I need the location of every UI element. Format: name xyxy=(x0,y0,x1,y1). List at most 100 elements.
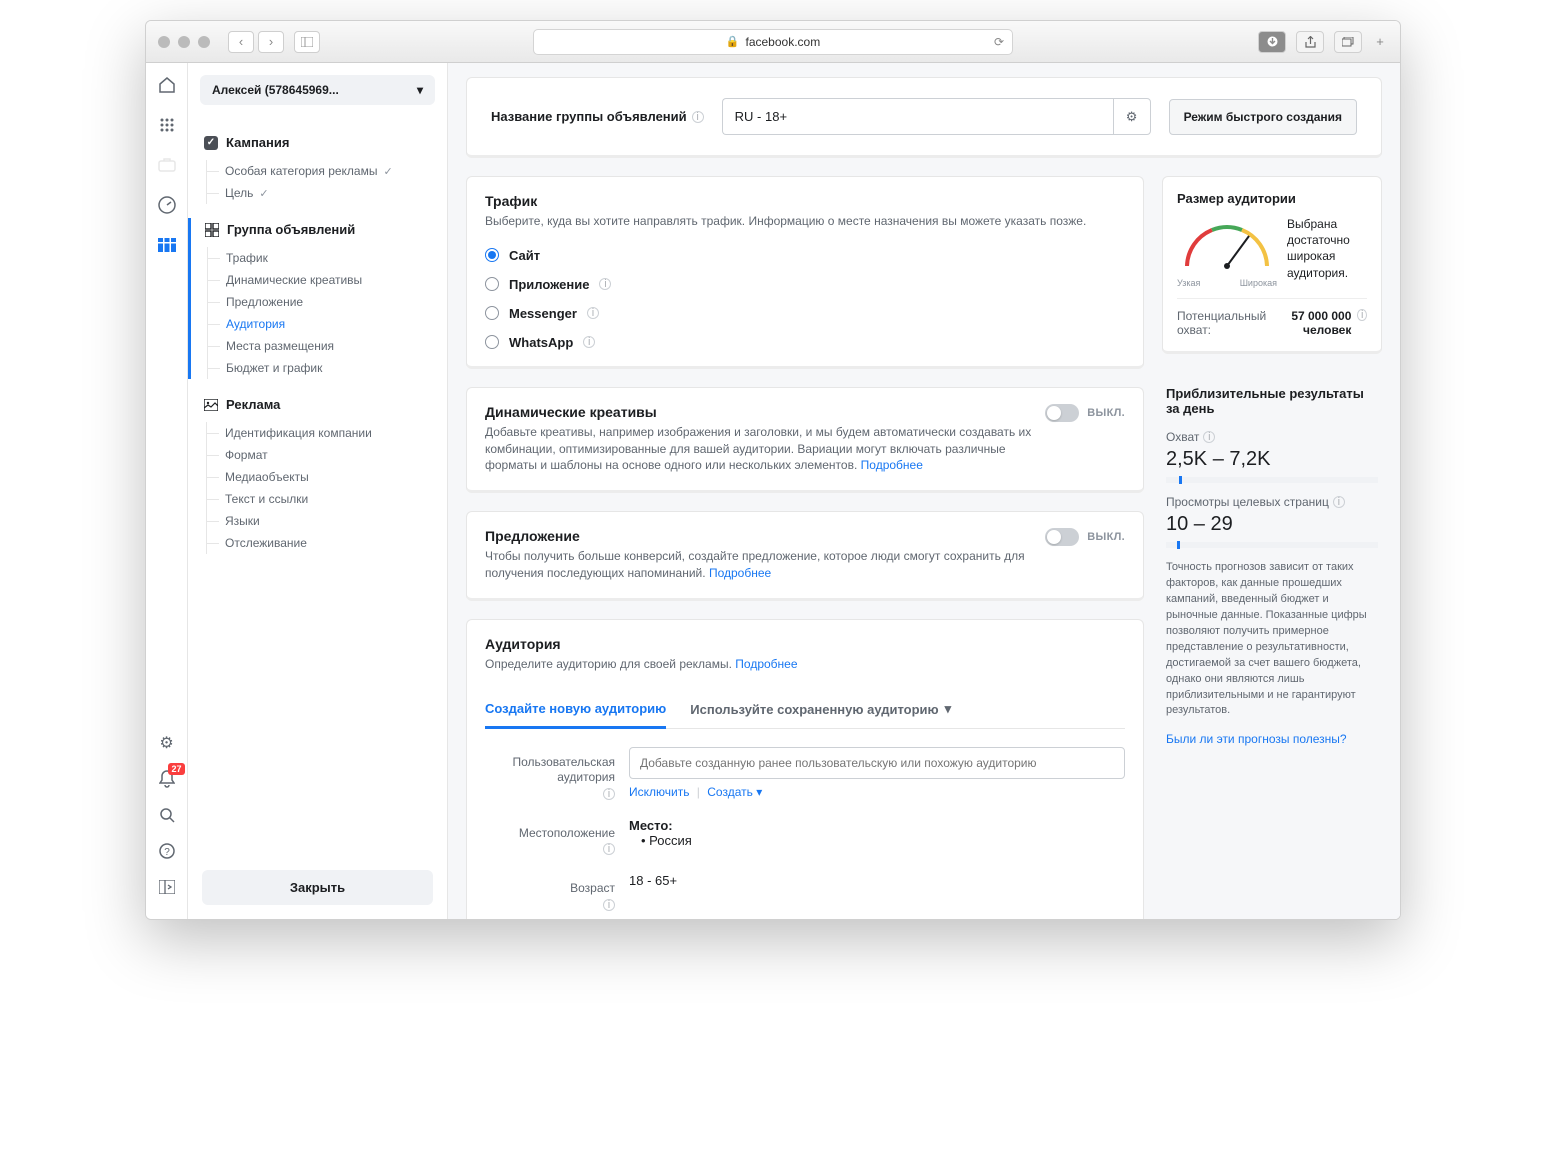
sidebar-item-special-category[interactable]: Особая категория рекламы✓ xyxy=(207,160,447,182)
info-icon[interactable]: i xyxy=(599,278,611,290)
est-lp-value: 10 – 29 xyxy=(1166,513,1378,536)
est-lp-title: Просмотры целевых страниц xyxy=(1166,495,1329,509)
offer-toggle[interactable]: ВЫКЛ. xyxy=(1045,528,1125,546)
close-button[interactable]: Закрыть xyxy=(202,870,433,905)
traffic-option-site[interactable]: Сайт xyxy=(485,248,1125,263)
info-icon[interactable]: i xyxy=(603,843,615,855)
sidebar-item-lang[interactable]: Языки xyxy=(207,510,447,532)
lp-bar xyxy=(1166,542,1378,548)
sidebar-item-placements[interactable]: Места размещения xyxy=(208,335,447,357)
reach-value: 57 000 000 человек xyxy=(1266,309,1351,337)
sidebar-item-goal[interactable]: Цель✓ xyxy=(207,182,447,204)
home-icon[interactable] xyxy=(157,75,177,95)
traffic-card: Трафик Выберите, куда вы хотите направля… xyxy=(466,176,1144,369)
nav-back-button[interactable]: ‹ xyxy=(228,31,254,53)
traffic-option-messenger[interactable]: Messengeri xyxy=(485,306,1125,321)
gauge-narrow: Узкая xyxy=(1177,278,1200,288)
sidebar-item-dynamic[interactable]: Динамические креативы xyxy=(208,269,447,291)
create-audience-link[interactable]: Создать ▾ xyxy=(707,785,762,799)
traffic-light-min[interactable] xyxy=(178,36,190,48)
info-icon[interactable]: i xyxy=(1333,496,1345,508)
sidebar-toggle-button[interactable] xyxy=(294,31,320,53)
audience-size-card: Размер аудитории xyxy=(1162,176,1382,354)
reach-bar xyxy=(1166,477,1378,483)
info-icon[interactable]: i xyxy=(603,899,615,911)
age-label: Возраст xyxy=(570,881,615,897)
chevron-down-icon: ▾ xyxy=(417,83,423,97)
traffic-light-max[interactable] xyxy=(198,36,210,48)
collapse-icon[interactable] xyxy=(157,877,177,897)
tab-create-audience[interactable]: Создайте новую аудиторию xyxy=(485,691,666,729)
campaign-header[interactable]: ✓ Кампания xyxy=(198,131,447,154)
dynamic-toggle[interactable]: ВЫКЛ. xyxy=(1045,404,1125,422)
ads-manager-icon[interactable] xyxy=(157,235,177,255)
structure-sidebar: Алексей (578645969... ▾ ✓ Кампания Особа… xyxy=(188,63,448,919)
traffic-title: Трафик xyxy=(485,193,1125,209)
traffic-option-app[interactable]: Приложениеi xyxy=(485,277,1125,292)
adset-title: Группа объявлений xyxy=(227,222,355,237)
lock-icon: 🔒 xyxy=(726,35,740,48)
name-settings-button[interactable]: ⚙ xyxy=(1113,98,1151,135)
gauge-chart xyxy=(1177,216,1277,278)
sidebar-item-budget[interactable]: Бюджет и график xyxy=(208,357,447,379)
sidebar-item-audience[interactable]: Аудитория xyxy=(208,313,447,335)
sidebar-item-offer[interactable]: Предложение xyxy=(208,291,447,313)
sidebar-item-format[interactable]: Формат xyxy=(207,444,447,466)
dynamic-learn-link[interactable]: Подробнее xyxy=(861,458,923,472)
ad-icon xyxy=(204,399,218,411)
chevron-down-icon: ▾ xyxy=(945,701,952,717)
audience-sub: Определите аудиторию для своей рекламы. xyxy=(485,657,732,671)
audsize-title: Размер аудитории xyxy=(1177,191,1367,206)
adset-name-input[interactable] xyxy=(722,98,1113,135)
dashboard-icon[interactable] xyxy=(157,195,177,215)
ad-header[interactable]: Реклама xyxy=(198,393,447,416)
download-button[interactable] xyxy=(1258,31,1286,53)
sidebar-item-text[interactable]: Текст и ссылки xyxy=(207,488,447,510)
info-icon[interactable]: i xyxy=(603,788,615,800)
offer-card: Предложение Чтобы получить больше конвер… xyxy=(466,511,1144,601)
tabs-button[interactable] xyxy=(1334,31,1362,53)
audience-learn-link[interactable]: Подробнее xyxy=(735,657,797,671)
sidebar-item-traffic[interactable]: Трафик xyxy=(208,247,447,269)
notifications-icon[interactable]: 27 xyxy=(157,769,177,789)
new-tab-button[interactable]: + xyxy=(1372,34,1388,49)
custom-audience-input[interactable] xyxy=(629,747,1125,779)
apps-icon[interactable] xyxy=(157,115,177,135)
location-label: Местоположение xyxy=(519,826,615,842)
traffic-option-whatsapp[interactable]: WhatsAppi xyxy=(485,335,1125,350)
info-icon[interactable]: i xyxy=(587,307,599,319)
dynamic-card: Динамические креативы Добавьте креативы,… xyxy=(466,387,1144,493)
search-icon[interactable] xyxy=(157,805,177,825)
account-selector[interactable]: Алексей (578645969... ▾ xyxy=(200,75,435,105)
settings-icon[interactable]: ⚙ xyxy=(157,733,177,753)
traffic-light-close[interactable] xyxy=(158,36,170,48)
sidebar-item-tracking[interactable]: Отслеживание xyxy=(207,532,447,554)
gauge-broad: Широкая xyxy=(1240,278,1277,288)
reload-icon[interactable]: ⟳ xyxy=(994,35,1004,49)
info-icon[interactable]: i xyxy=(1357,309,1367,321)
adset-header[interactable]: Группа объявлений xyxy=(199,218,447,241)
tab-saved-audience[interactable]: Используйте сохраненную аудиторию▾ xyxy=(690,691,951,728)
info-icon[interactable]: i xyxy=(1203,431,1215,443)
url-bar[interactable]: 🔒 facebook.com ⟳ xyxy=(533,29,1013,55)
nav-forward-button[interactable]: › xyxy=(258,31,284,53)
sidebar-item-identity[interactable]: Идентификация компании xyxy=(207,422,447,444)
dynamic-sub: Добавьте креативы, например изображения … xyxy=(485,425,1031,473)
main-content: Название группы объявлений i ⚙ Режим быс… xyxy=(448,63,1400,919)
briefcase-icon[interactable] xyxy=(157,155,177,175)
nav-rail: ⚙ 27 ? xyxy=(146,63,188,919)
est-title: Приблизительные результаты за день xyxy=(1166,386,1378,416)
offer-learn-link[interactable]: Подробнее xyxy=(709,566,771,580)
feedback-link[interactable]: Были ли эти прогнозы полезны? xyxy=(1166,732,1347,746)
share-button[interactable] xyxy=(1296,31,1324,53)
exclude-link[interactable]: Исключить xyxy=(629,785,689,799)
age-value: 18 - 65+ xyxy=(629,873,1125,911)
info-icon[interactable]: i xyxy=(583,336,595,348)
info-icon[interactable]: i xyxy=(692,111,704,123)
quick-create-button[interactable]: Режим быстрого создания xyxy=(1169,99,1357,135)
sidebar-item-media[interactable]: Медиаобъекты xyxy=(207,466,447,488)
help-icon[interactable]: ? xyxy=(157,841,177,861)
offer-title: Предложение xyxy=(485,528,1035,544)
checkbox-icon: ✓ xyxy=(204,136,218,150)
dynamic-state: ВЫКЛ. xyxy=(1087,407,1125,419)
